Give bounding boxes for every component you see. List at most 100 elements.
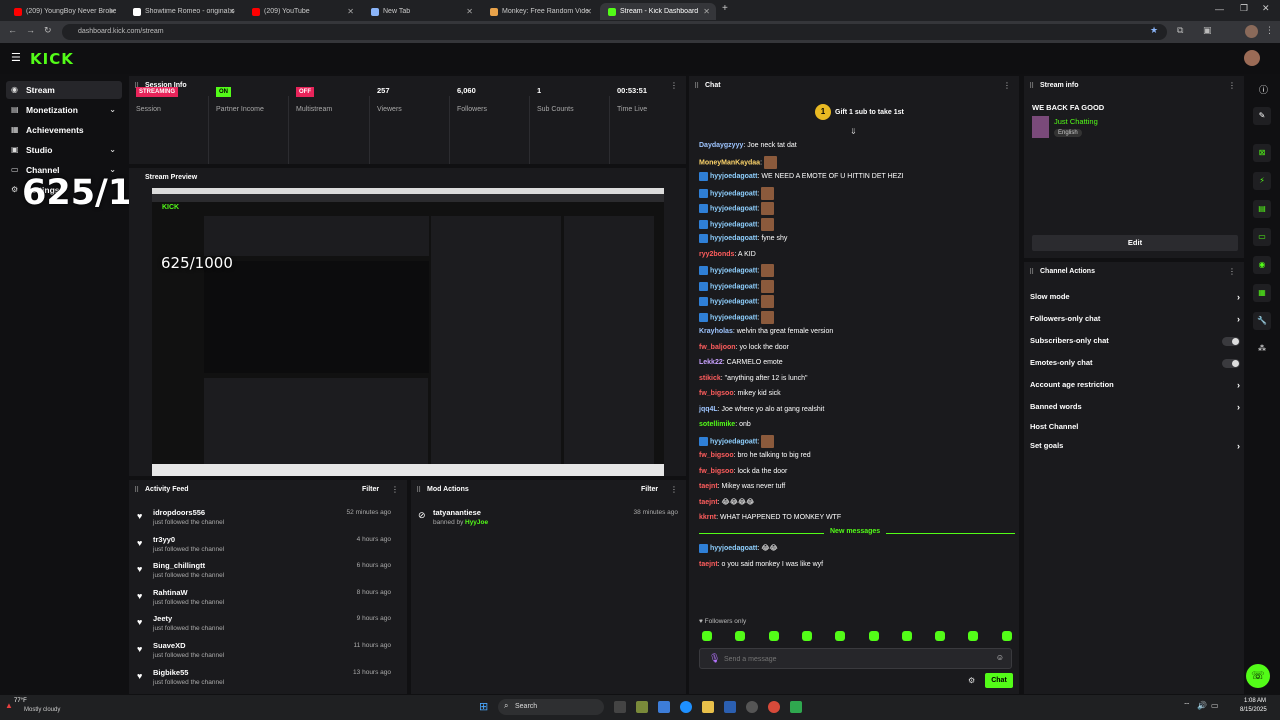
chat-username[interactable]: taejnt [699,499,718,506]
chat-menu-icon[interactable]: ⋮ [1003,82,1011,90]
emoji-picker-icon[interactable]: ☺ [996,653,1004,662]
chat-username[interactable]: taejnt [699,483,718,490]
stream-info-menu-icon[interactable]: ⋮ [1228,82,1236,90]
activity-row[interactable]: ♥ tr3yy0 just followed the channel 4 hours … [129,535,399,561]
sidebar-item-achievements[interactable]: ▦ Achievements [6,121,122,139]
chat-message[interactable]: taejnt: o you said monkey I was like wyf [699,559,823,571]
back-icon[interactable]: ← [8,25,17,35]
chat-username[interactable]: hyyjoedagoatt [710,205,757,212]
gift-icon[interactable]: 1 [815,104,831,120]
edit-stream-info-button[interactable]: Edit [1032,235,1238,251]
activity-row[interactable]: ♥ Bigbike55 just followed the channel 13 ho… [129,668,399,694]
close-tab-icon[interactable]: ✕ [347,7,354,16]
url-field[interactable]: dashboard.kick.com/stream [62,24,1167,40]
minimize-button[interactable]: — [1215,4,1224,14]
chat-message[interactable]: hyyjoedagoatt: [699,279,775,293]
gift-sub-prompt[interactable]: Gift 1 sub to take 1st [835,109,904,116]
browser-tab[interactable]: Stream - Kick Dashboard ✕ [600,3,716,20]
browser-tab[interactable]: Showtime Romeo - original so ✕ [125,3,241,20]
quick-emote-icon[interactable] [1001,631,1012,641]
activity-username[interactable]: Bigbike55 [153,668,188,677]
chat-username[interactable]: Krayholas [699,328,733,335]
chat-username[interactable]: Lekk22 [699,359,723,366]
chat-message[interactable]: Lekk22: CARMELO emote [699,357,783,369]
chat-message[interactable]: hyyjoedagoatt: [699,310,775,324]
mod-filter-button[interactable]: Filter [641,486,658,493]
quick-emote-icon[interactable] [935,631,946,641]
chat-message[interactable]: hyyjoedagoatt: 😂😂 [699,543,778,555]
channel-action-emotes-only-chat[interactable]: Emotes-only chat [1030,352,1240,374]
app-icon-1[interactable] [636,701,648,713]
chat-input-box[interactable]: 🎙 ☺ [699,648,1012,669]
wrench-icon[interactable]: 🔧 [1253,312,1271,330]
chat-message[interactable]: kkrnt: WHAT HAPPENED TO MONKEY WTF [699,512,841,524]
edge-icon[interactable] [680,701,692,713]
chat-username[interactable]: Daydaygzyyy [699,142,743,149]
banned-user[interactable]: tatyanantiese [433,508,481,517]
channel-action-subscribers-only-chat[interactable]: Subscribers-only chat [1030,330,1240,352]
chrome-icon[interactable] [768,701,780,713]
bolt-icon[interactable]: ⚡ [1253,172,1271,190]
widget-icon-1[interactable]: ⊠ [1253,144,1271,162]
chat-message-input[interactable] [724,652,984,666]
send-chat-button[interactable]: Chat [985,673,1013,688]
chat-message[interactable]: fw_bigsoo: mikey kid sick [699,388,781,400]
browser-tab[interactable]: (209) YoungBoy Never Broke A ✕ [6,3,122,20]
quick-emote-icon[interactable] [901,631,912,641]
taskbar-search[interactable]: ⌕ Search [498,699,604,715]
puzzle-icon[interactable]: ⁂ [1253,340,1271,358]
toggle-switch[interactable] [1222,337,1240,346]
chat-username[interactable]: stikick [699,375,721,382]
chat-message[interactable]: hyyjoedagoatt: [699,264,775,277]
chat-username[interactable]: MoneyManKaydaa [699,159,760,166]
close-tab-icon[interactable]: ✕ [585,7,592,16]
chat-message[interactable]: hyyjoedagoatt: fyne shy [699,233,787,245]
activity-menu-icon[interactable]: ⋮ [391,486,399,494]
chevron-right-icon[interactable]: › [1237,308,1240,330]
chat-username[interactable]: hyyjoedagoatt [710,298,757,305]
chat-message[interactable]: fw_baljoon: yo lock the door [699,342,789,354]
mod-action-row[interactable]: ⊘ tatyanantiese banned by HyyJoe 38 minu… [411,508,686,534]
channel-action-banned-words[interactable]: Banned words › [1030,396,1240,418]
activity-username[interactable]: idropdoors556 [153,508,205,517]
app-icon-4[interactable] [790,701,802,713]
kick-logo[interactable]: KICK [30,50,74,68]
chat-username[interactable]: hyyjoedagoatt [710,283,757,290]
activity-username[interactable]: tr3yy0 [153,535,175,544]
app-icon-2[interactable] [658,701,670,713]
pin-down-icon[interactable]: ⇓ [850,127,857,136]
sidebar-item-monetization[interactable]: ▤ Monetization ⌄ [6,101,122,119]
close-tab-icon[interactable]: ✕ [109,7,116,16]
close-window-button[interactable]: ✕ [1262,3,1270,14]
chat-username[interactable]: hyyjoedagoatt [710,438,757,445]
chat-username[interactable]: hyyjoedagoatt [710,190,757,197]
chat-message[interactable]: hyyjoedagoatt: [699,186,775,200]
chat-username[interactable]: taejnt [699,561,718,568]
close-tab-icon[interactable]: ✕ [228,7,235,16]
chat-message[interactable]: fw_bigsoo: bro he talking to big red [699,450,811,462]
bookmark-star-icon[interactable]: ★ [1150,25,1158,36]
activity-row[interactable]: ♥ RahtinaW just followed the channel 8 hour… [129,588,399,614]
chat-username[interactable]: jqq4L [699,406,718,413]
chat-message[interactable]: ryy2bonds: A KID [699,249,756,261]
quick-emote-icon[interactable] [735,631,746,641]
mod-menu-icon[interactable]: ⋮ [670,486,678,494]
chat-username[interactable]: ryy2bonds [699,251,734,258]
chat-message[interactable]: Daydaygzyyy: Joe neck tat dat [699,140,797,152]
category-link[interactable]: Just Chatting [1054,117,1098,126]
chat-message[interactable]: hyyjoedagoatt: [699,217,775,231]
store-icon[interactable] [724,701,736,713]
microphone-icon[interactable]: 🎙 [709,653,720,664]
chat-username[interactable]: fw_bigsoo [699,390,734,397]
chevron-right-icon[interactable]: › [1237,286,1240,308]
reload-icon[interactable]: ↻ [44,25,52,36]
broadcast-rail-icon[interactable]: ◉ [1253,256,1271,274]
chat-message[interactable]: hyyjoedagoatt: [699,434,775,448]
chevron-right-icon[interactable]: › [1237,374,1240,396]
chat-username[interactable]: hyyjoedagoatt [710,173,757,180]
chat-message[interactable]: hyyjoedagoatt: WE NEED A EMOTE OF U HITT… [699,171,904,183]
chat-username[interactable]: hyyjoedagoatt [710,221,757,228]
chat-username[interactable]: hyyjoedagoatt [710,545,757,552]
session-menu-icon[interactable]: ⋮ [670,82,678,90]
chat-message[interactable]: hyyjoedagoatt: [699,202,775,215]
